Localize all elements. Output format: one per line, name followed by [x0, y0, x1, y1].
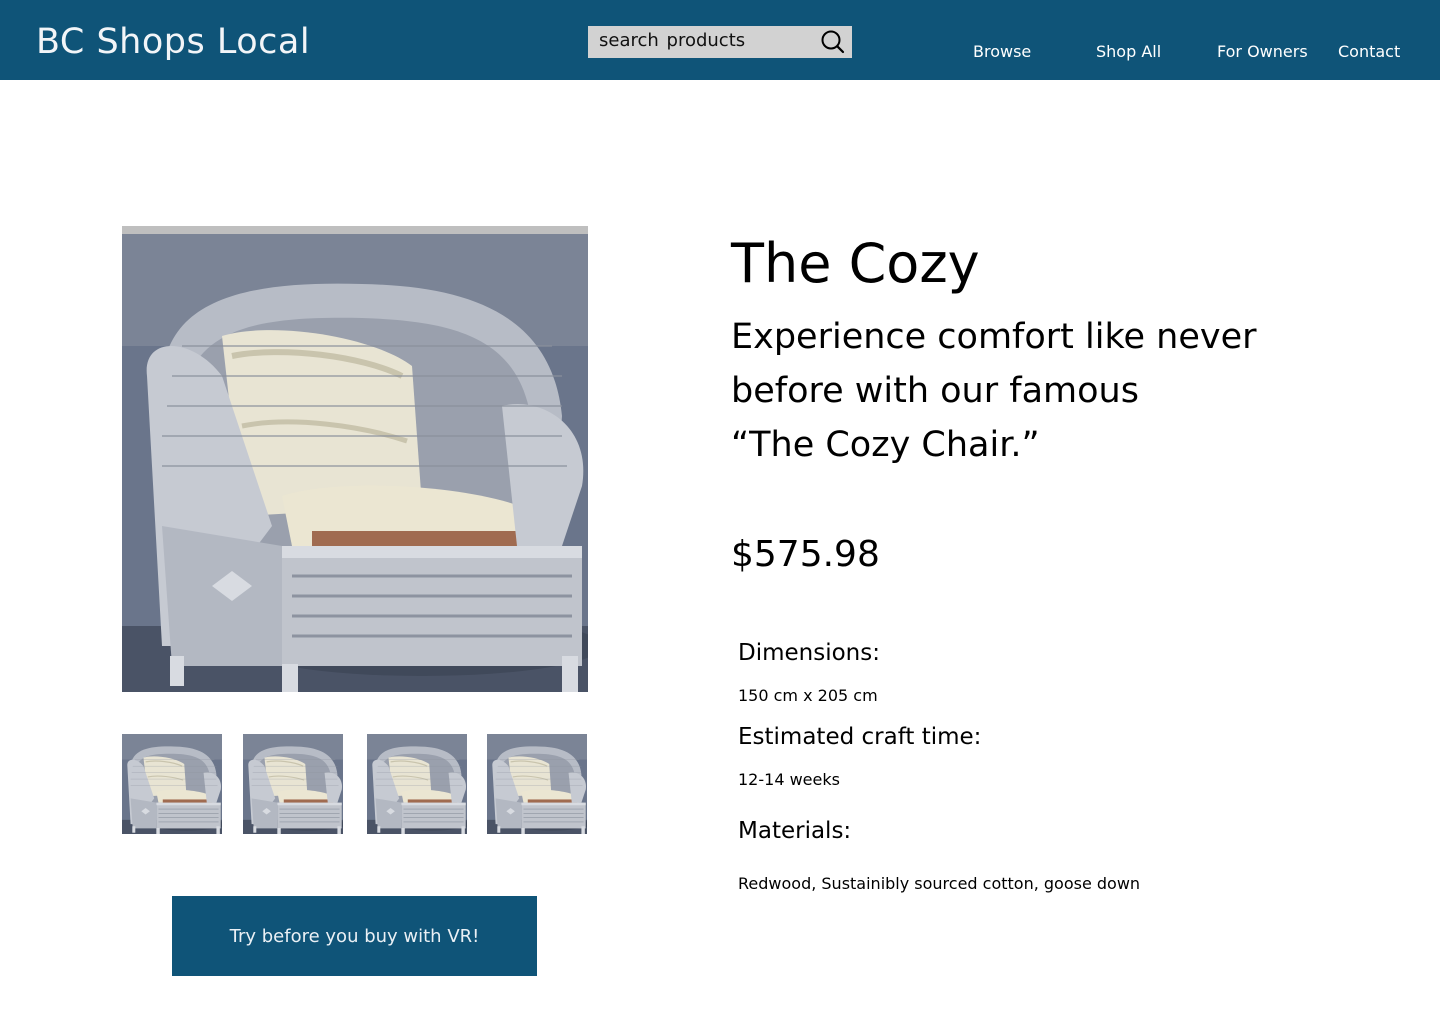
search-button[interactable]: [820, 29, 846, 55]
image-top-strip: [122, 226, 588, 234]
thumbnail-2[interactable]: [243, 734, 343, 834]
search-icon: [821, 30, 845, 54]
thumbnail-4[interactable]: [487, 734, 587, 834]
spec-dimensions-value: 150 cm x 205 cm: [738, 686, 878, 705]
top-navigation-bar: BC Shops Local search products Browse Sh…: [0, 0, 1440, 80]
product-tagline: Experience comfort like never before wit…: [731, 310, 1291, 472]
wicker-chair-thumbnail: [367, 734, 467, 834]
search-input[interactable]: search products: [599, 30, 745, 51]
wicker-chair-thumbnail: [122, 734, 222, 834]
tagline-line: Experience comfort like never: [731, 317, 1257, 357]
wicker-chair-thumbnail: [487, 734, 587, 834]
nav-browse[interactable]: Browse: [973, 42, 1031, 61]
brand-logo[interactable]: BC Shops Local: [36, 22, 310, 62]
nav-shop-all[interactable]: Shop All: [1096, 42, 1161, 61]
wicker-chair-image: [122, 226, 588, 692]
product-price: $575.98: [731, 534, 880, 575]
thumbnail-3[interactable]: [367, 734, 467, 834]
thumbnail-1[interactable]: [122, 734, 222, 834]
vr-try-button[interactable]: Try before you buy with VR!: [172, 896, 537, 976]
spec-craft-time-heading: Estimated craft time:: [738, 724, 982, 750]
product-main-image[interactable]: [122, 226, 588, 692]
spec-dimensions-heading: Dimensions:: [738, 640, 880, 666]
product-title: The Cozy: [731, 232, 980, 295]
spec-craft-time-value: 12-14 weeks: [738, 770, 840, 789]
nav-contact[interactable]: Contact: [1338, 42, 1400, 61]
wicker-chair-thumbnail: [243, 734, 343, 834]
tagline-line: before with our famous: [731, 371, 1139, 411]
tagline-line: “The Cozy Chair.”: [731, 425, 1040, 465]
search-bar[interactable]: search products: [588, 26, 852, 58]
nav-for-owners[interactable]: For Owners: [1217, 42, 1308, 61]
spec-materials-heading: Materials:: [738, 818, 852, 844]
spec-materials-value: Redwood, Sustainibly sourced cotton, goo…: [738, 874, 1141, 893]
